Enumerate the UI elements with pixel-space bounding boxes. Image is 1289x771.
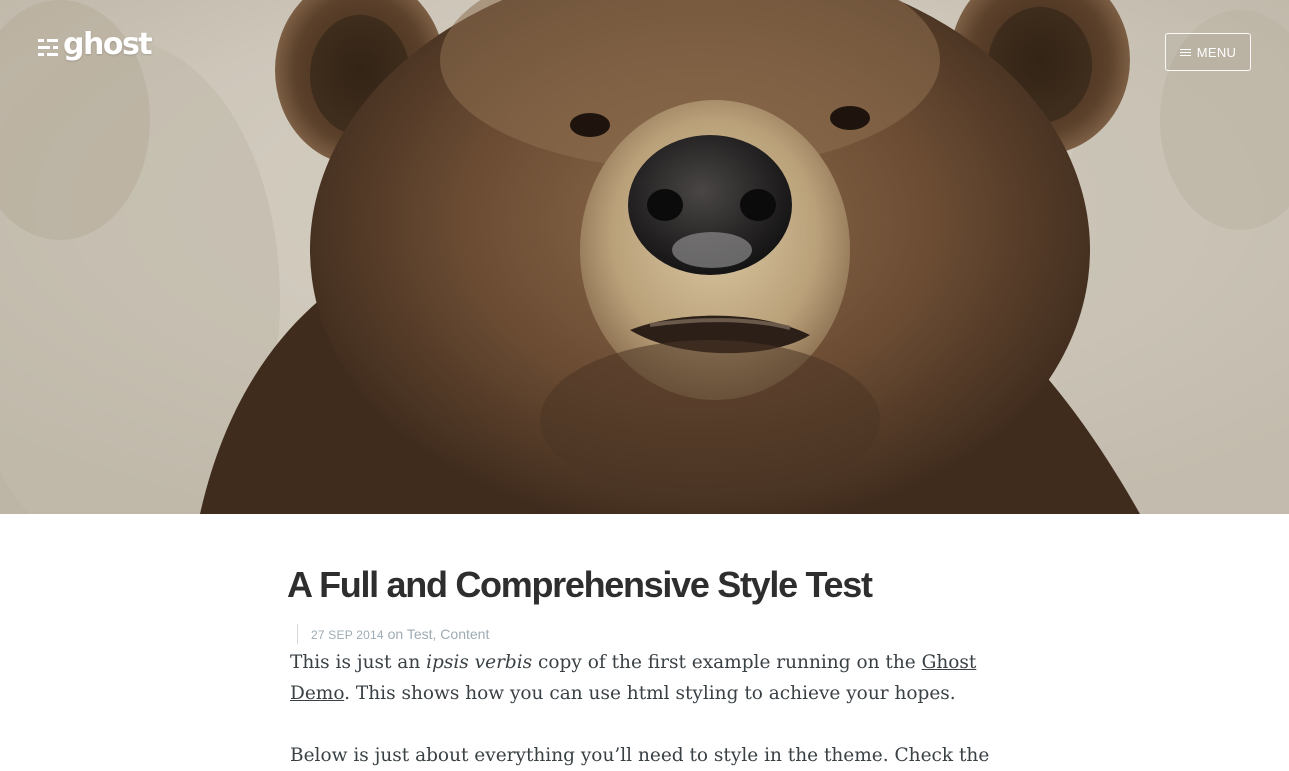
text-run: This is just an <box>290 652 427 673</box>
paragraph-second: Below is just about everything you’ll ne… <box>290 745 990 766</box>
bear-photo <box>0 0 1289 514</box>
ghost-demo-link-part2[interactable]: Demo <box>290 683 344 704</box>
hamburger-icon <box>1179 48 1191 57</box>
post-meta: 27 Sep 2014 on Test, Content <box>297 624 489 644</box>
cover-image: ghost MENU <box>0 0 1289 514</box>
post-content: This is just an ipsis verbis copy of the… <box>290 647 990 771</box>
emphasis-text: ipsis verbis <box>426 652 533 673</box>
menu-button[interactable]: MENU <box>1165 33 1251 71</box>
paragraph-intro: This is just an ipsis verbis copy of the… <box>290 647 990 709</box>
ghost-logo-icon <box>38 39 58 56</box>
text-run: . This shows how you can use html stylin… <box>344 683 956 704</box>
meta-on: on <box>387 626 404 642</box>
ghost-demo-link-part1[interactable]: Ghost <box>922 652 977 673</box>
logo-text: ghost <box>63 27 153 62</box>
text-run: copy of the first example running on the <box>532 652 922 673</box>
post-date: 27 Sep 2014 <box>311 628 384 642</box>
post-title: A Full and Comprehensive Style Test <box>287 564 873 605</box>
site-logo[interactable]: ghost <box>38 27 153 62</box>
menu-label: MENU <box>1196 44 1237 60</box>
tag-link-content[interactable]: Content <box>440 626 489 642</box>
tag-link-test[interactable]: Test <box>407 626 433 642</box>
